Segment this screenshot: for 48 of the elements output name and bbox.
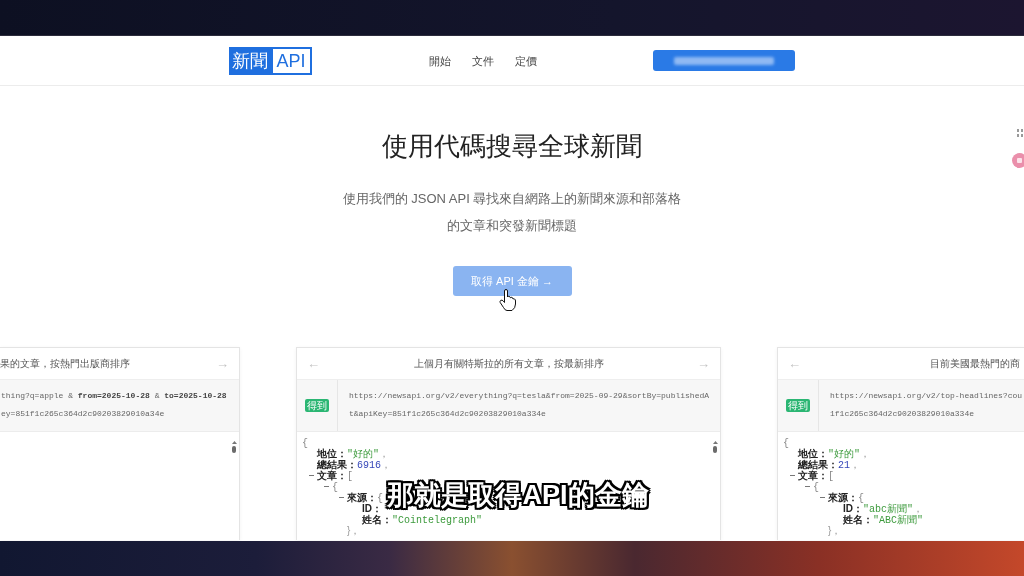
next-button[interactable]: → bbox=[697, 356, 710, 371]
url-text: t&apiKey=851f1c265c364d2c90203829010a334e bbox=[349, 408, 546, 420]
nav-link[interactable]: 定價 bbox=[514, 53, 537, 68]
code-line: { bbox=[302, 436, 308, 449]
code-line: 地位："好的"， bbox=[317, 447, 389, 460]
url-text: https://newsapi.org/v2/top-headlines?cou bbox=[830, 390, 1023, 402]
grid-icon[interactable] bbox=[1017, 129, 1023, 137]
scrollbar-thumb[interactable] bbox=[713, 446, 717, 453]
url-text: thing?q=apple & from=2025-10-28 & to=2025-10-28 bbox=[1, 390, 227, 402]
code-line: 文章：[ bbox=[317, 469, 353, 482]
previous-button[interactable]: ← bbox=[307, 356, 320, 371]
code-line: ID： bbox=[362, 503, 382, 514]
video-caption: 那就是取得API的金鑰 bbox=[387, 479, 649, 511]
code-line: }， bbox=[828, 525, 842, 536]
get-api-key-button[interactable]: 取得 API 金鑰 → bbox=[452, 266, 572, 296]
code-line: { bbox=[813, 481, 819, 493]
card-title: 目前美國最熱門的商 bbox=[930, 356, 1020, 371]
nav-link[interactable]: 開始 bbox=[428, 53, 451, 68]
hero-title: 使用代碼搜尋全球新聞 bbox=[382, 130, 642, 163]
code-line: 姓名："Cointelegraph" bbox=[362, 513, 482, 526]
code-line: }， bbox=[347, 525, 361, 536]
nav-link[interactable]: 文件 bbox=[471, 53, 494, 68]
url-text: 1f1c265c364d2c90203829010a334e bbox=[830, 408, 975, 420]
method-badge: 得到 bbox=[305, 399, 329, 412]
scrollbar-thumb[interactable] bbox=[232, 446, 236, 453]
next-button[interactable]: → bbox=[216, 356, 229, 371]
url-text: ey=851f1c265c364d2c90203829010a34e bbox=[1, 408, 165, 420]
blurred-button[interactable] bbox=[653, 50, 796, 71]
code-line: 總結果：6916， bbox=[317, 458, 391, 471]
code-line: 總結果：21， bbox=[798, 458, 860, 471]
card-title: 上個月有關特斯拉的所有文章，按最新排序 bbox=[413, 356, 604, 371]
code-line: 來源：{ bbox=[347, 491, 383, 504]
code-line: 姓名："ABC新聞" bbox=[843, 513, 923, 526]
code-line: { bbox=[332, 481, 338, 493]
code-line: { bbox=[783, 436, 789, 449]
scroll-up-icon[interactable] bbox=[712, 441, 718, 444]
scroll-up-icon[interactable] bbox=[231, 441, 237, 444]
code-line: 文章：[ bbox=[798, 469, 834, 482]
code-line: 來源：{ bbox=[828, 491, 864, 504]
url-text: https://newsapi.org/v2/everything?q=tesla&from=2025-09-29&sortBy=publishedA bbox=[349, 390, 710, 402]
code-line: ID："abc新聞"， bbox=[843, 502, 923, 515]
code-line: 地位："好的"， bbox=[798, 447, 870, 460]
method-badge: 得到 bbox=[786, 399, 810, 412]
card-title: 果的文章，按熱門出版商排序 bbox=[0, 356, 130, 371]
floating-action-icon[interactable] bbox=[1012, 153, 1024, 168]
hero-subtitle: 使用我們的 JSON API 尋找來自網路上的新聞來源和部落格的文章和突發新聞標題 bbox=[341, 190, 683, 235]
previous-button[interactable]: ← bbox=[788, 356, 801, 371]
hand-cursor-icon bbox=[499, 289, 517, 311]
